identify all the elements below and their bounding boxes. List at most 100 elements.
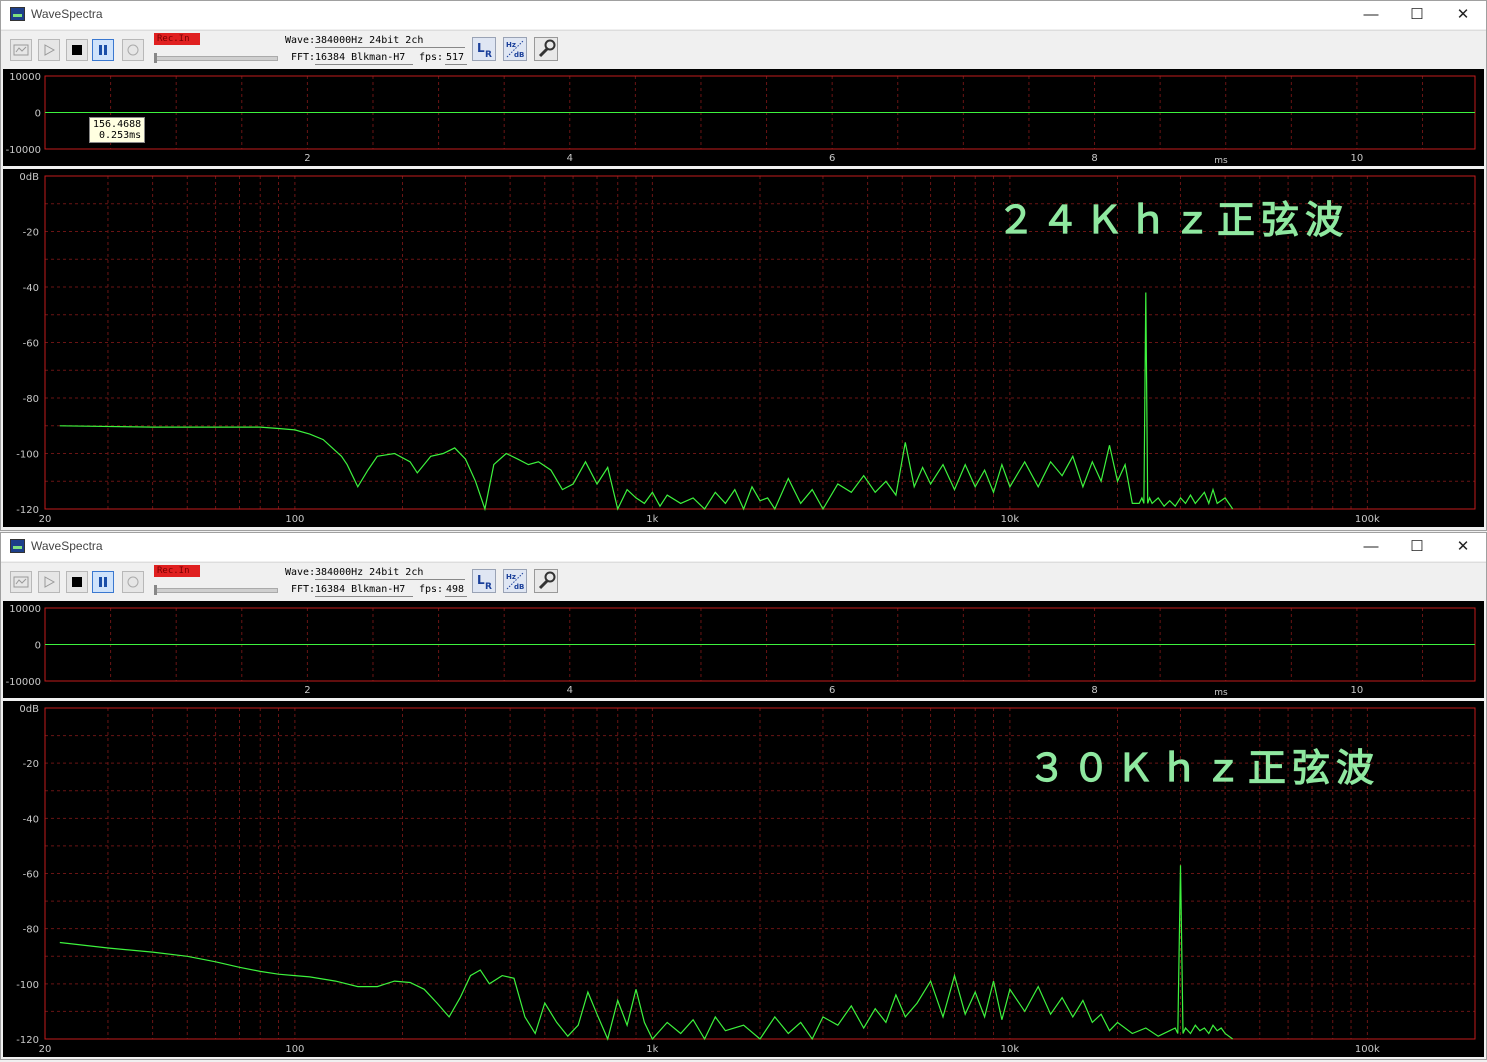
tooltip-value: 156.4688 bbox=[93, 119, 142, 130]
svg-text:L: L bbox=[477, 573, 485, 587]
title-bar[interactable]: WaveSpectra — ☐ ✕ bbox=[1, 533, 1486, 561]
y-tick-label: -80 bbox=[23, 925, 39, 936]
y-tick-label: -10000 bbox=[6, 145, 41, 156]
wave-format-field: 384000Hz 24bit 2ch bbox=[315, 34, 465, 48]
settings-wrench-icon[interactable] bbox=[534, 37, 558, 61]
wave-format-field: 384000Hz 24bit 2ch bbox=[315, 566, 465, 580]
slider-thumb[interactable] bbox=[154, 53, 157, 63]
pause-icon[interactable] bbox=[92, 39, 114, 61]
x-tick-label: 10k bbox=[1001, 1044, 1020, 1055]
minimize-button[interactable]: — bbox=[1348, 533, 1394, 561]
y-tick-label: -100 bbox=[16, 980, 39, 991]
window-title: WaveSpectra bbox=[31, 539, 103, 553]
y-tick-label: -20 bbox=[23, 228, 39, 239]
input-level-slider[interactable] bbox=[154, 53, 278, 63]
spectrum-trace bbox=[59, 865, 1234, 1041]
maximize-button[interactable]: ☐ bbox=[1394, 1, 1440, 29]
svg-text:R: R bbox=[485, 582, 492, 592]
minimize-button[interactable]: — bbox=[1348, 1, 1394, 29]
waveform-plot: 10000 0 -10000 2 4 6 8 10 ms bbox=[6, 604, 1476, 698]
play-icon[interactable] bbox=[38, 571, 60, 593]
overlay-label: ３０Ｋｈｚ正弦波 bbox=[1028, 746, 1381, 790]
record-icon[interactable] bbox=[122, 39, 144, 61]
x-tick-label: 100 bbox=[285, 514, 304, 525]
fft-settings-value: 16384 Blkman-H7 bbox=[315, 52, 406, 63]
y-tick-label: -120 bbox=[16, 505, 39, 516]
x-tick-label: 100k bbox=[1355, 514, 1380, 525]
lr-channel-icon[interactable]: LR bbox=[472, 37, 496, 61]
y-tick-label: 0 bbox=[35, 109, 41, 120]
play-icon[interactable] bbox=[38, 39, 60, 61]
wavespectra-window-1: WaveSpectra — ☐ ✕ Rec.In Wave: 384000Hz … bbox=[0, 0, 1487, 531]
spectrum-trace bbox=[59, 292, 1234, 512]
close-button[interactable]: ✕ bbox=[1440, 1, 1486, 29]
waveform-panel[interactable]: 10000 0 -10000 2 4 6 8 10 ms bbox=[3, 69, 1484, 166]
x-tick-label: 10 bbox=[1351, 685, 1364, 696]
y-tick-label: -40 bbox=[23, 283, 39, 294]
y-tick-label: -120 bbox=[16, 1035, 39, 1046]
y-tick-label: -60 bbox=[23, 870, 39, 881]
waveform-panel[interactable]: 10000 0 -10000 2 4 6 8 10 ms bbox=[3, 601, 1484, 698]
svg-text:Hz: Hz bbox=[506, 573, 516, 581]
x-tick-label: 20 bbox=[39, 514, 52, 525]
x-tick-label: 20 bbox=[39, 1044, 52, 1055]
y-tick-label: -100 bbox=[16, 450, 39, 461]
fps-value: 498 bbox=[446, 584, 465, 595]
x-unit-label: ms bbox=[1214, 156, 1228, 166]
title-bar[interactable]: WaveSpectra — ☐ ✕ bbox=[1, 1, 1486, 29]
wave-icon[interactable] bbox=[10, 571, 32, 593]
wave-format-value: 384000Hz 24bit 2ch bbox=[315, 567, 424, 578]
toolbar: Rec.In Wave: 384000Hz 24bit 2ch FFT: 163… bbox=[1, 30, 1486, 69]
x-tick-label: 8 bbox=[1091, 685, 1097, 696]
y-tick-label: 0dB bbox=[19, 172, 39, 183]
x-tick-label: 4 bbox=[567, 685, 573, 696]
close-button[interactable]: ✕ bbox=[1440, 533, 1486, 561]
lr-channel-icon[interactable]: LR bbox=[472, 569, 496, 593]
overlay-label: ２４Ｋｈｚ正弦波 bbox=[997, 198, 1350, 242]
y-tick-label: 0dB bbox=[19, 704, 39, 715]
fft-settings-value: 16384 Blkman-H7 bbox=[315, 584, 406, 595]
slider-thumb[interactable] bbox=[154, 585, 157, 595]
svg-text:L: L bbox=[477, 41, 485, 55]
wave-label: Wave: bbox=[285, 567, 316, 578]
svg-text:dB: dB bbox=[514, 583, 524, 591]
app-icon bbox=[10, 7, 25, 21]
y-tick-label: -60 bbox=[23, 339, 39, 350]
fps-field: 517 bbox=[445, 51, 467, 65]
fft-label: FFT: bbox=[291, 52, 316, 63]
svg-text:dB: dB bbox=[514, 51, 524, 59]
settings-wrench-icon[interactable] bbox=[534, 569, 558, 593]
x-tick-label: 10k bbox=[1001, 514, 1020, 525]
wave-icon[interactable] bbox=[10, 39, 32, 61]
waveform-plot: 10000 0 -10000 2 4 6 8 10 ms bbox=[6, 72, 1476, 166]
hz-db-icon[interactable]: Hz dB bbox=[503, 37, 527, 61]
x-tick-label: 100k bbox=[1355, 1044, 1380, 1055]
stop-icon[interactable] bbox=[66, 39, 88, 61]
fft-settings-field: 16384 Blkman-H7 bbox=[315, 583, 413, 597]
toolbar: Rec.In Wave: 384000Hz 24bit 2ch FFT: 163… bbox=[1, 562, 1486, 601]
svg-text:R: R bbox=[485, 50, 492, 60]
y-tick-label: -80 bbox=[23, 394, 39, 405]
svg-text:Hz: Hz bbox=[506, 41, 516, 49]
stop-icon[interactable] bbox=[66, 571, 88, 593]
x-tick-label: 2 bbox=[304, 153, 310, 164]
record-icon[interactable] bbox=[122, 571, 144, 593]
y-tick-label: -20 bbox=[23, 759, 39, 770]
maximize-button[interactable]: ☐ bbox=[1394, 533, 1440, 561]
x-tick-label: 10 bbox=[1351, 153, 1364, 164]
input-level-slider[interactable] bbox=[154, 585, 278, 595]
x-tick-label: 100 bbox=[285, 1044, 304, 1055]
pause-icon[interactable] bbox=[92, 571, 114, 593]
rec-input-indicator: Rec.In bbox=[154, 33, 200, 45]
x-tick-label: 6 bbox=[829, 153, 835, 164]
x-tick-label: 1k bbox=[646, 1044, 658, 1055]
fps-label: fps: bbox=[419, 584, 444, 595]
x-unit-label: ms bbox=[1214, 688, 1228, 698]
x-tick-label: 8 bbox=[1091, 153, 1097, 164]
x-tick-label: 1k bbox=[646, 514, 658, 525]
hz-db-icon[interactable]: Hz dB bbox=[503, 569, 527, 593]
cursor-tooltip: 156.4688 0.253ms bbox=[89, 117, 146, 143]
fft-settings-field: 16384 Blkman-H7 bbox=[315, 51, 413, 65]
rec-input-indicator: Rec.In bbox=[154, 565, 200, 577]
fft-label: FFT: bbox=[291, 584, 316, 595]
